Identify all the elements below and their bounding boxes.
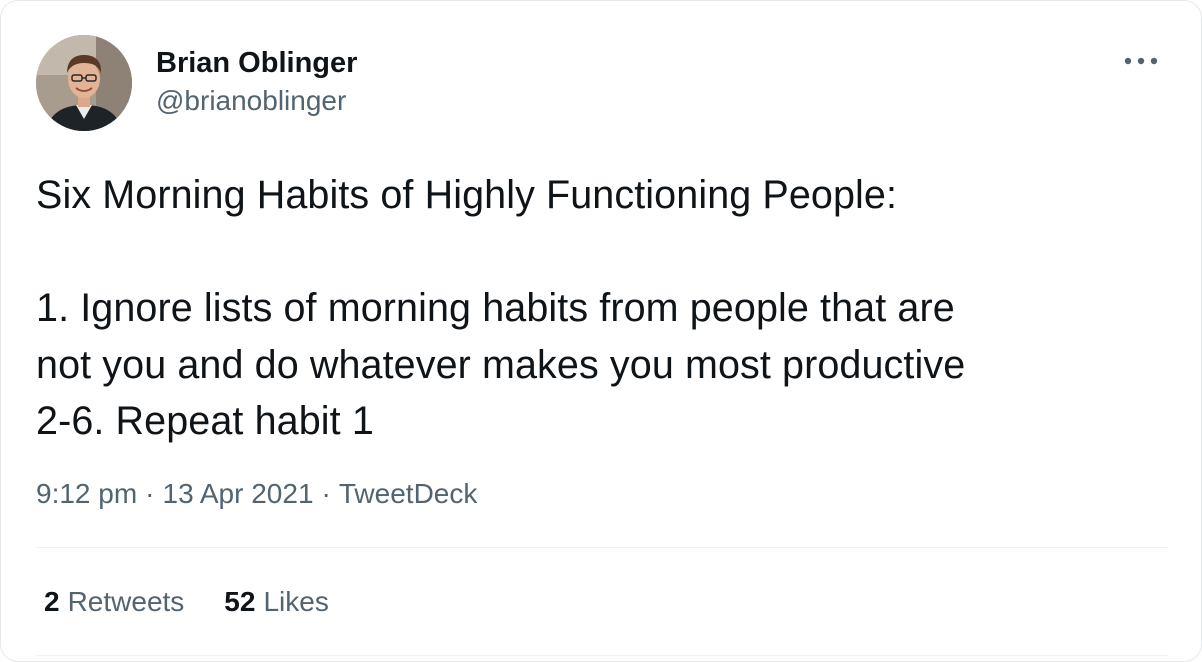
divider	[36, 655, 1168, 656]
tweet-title-line: Six Morning Habits of Highly Functioning…	[36, 173, 898, 217]
tweet-body-line: 1. Ignore lists of morning habits from p…	[36, 286, 955, 330]
likes-stat[interactable]: 52 Likes	[224, 584, 329, 620]
avatar-image	[36, 35, 132, 131]
retweets-count: 2	[44, 586, 60, 617]
meta-separator: ·	[321, 478, 331, 509]
more-options-button[interactable]	[1121, 47, 1161, 75]
retweets-stat[interactable]: 2 Retweets	[44, 584, 184, 620]
divider	[36, 547, 1168, 548]
author-handle[interactable]: @brianoblinger	[156, 83, 357, 119]
likes-label: Likes	[263, 586, 329, 617]
tweet-body-line: not you and do whatever makes you most p…	[36, 342, 966, 387]
more-horizontal-icon	[1124, 57, 1158, 65]
meta-separator: ·	[145, 478, 155, 509]
tweet-date-link[interactable]: 13 Apr 2021	[163, 478, 314, 509]
tweet-time-link[interactable]: 9:12 pm	[36, 478, 137, 509]
tweet-body-line: 2-6. Repeat habit 1	[36, 399, 374, 443]
author-names: Brian Oblinger @brianoblinger	[156, 45, 357, 119]
retweets-label: Retweets	[67, 586, 185, 617]
tweet-meta: 9:12 pm · 13 Apr 2021 · TweetDeck	[36, 476, 477, 512]
tweet-text: Six Morning Habits of Highly Functioning…	[36, 167, 1166, 450]
tweet-header: Brian Oblinger @brianoblinger	[36, 35, 357, 131]
author-display-name[interactable]: Brian Oblinger	[156, 45, 357, 81]
tweet-source-link[interactable]: TweetDeck	[339, 478, 478, 509]
tweet-card: Brian Oblinger @brianoblinger Six Mornin…	[0, 0, 1202, 662]
tweet-stats: 2 Retweets 52 Likes	[44, 584, 369, 620]
avatar[interactable]	[36, 35, 132, 131]
likes-count: 52	[224, 586, 256, 617]
